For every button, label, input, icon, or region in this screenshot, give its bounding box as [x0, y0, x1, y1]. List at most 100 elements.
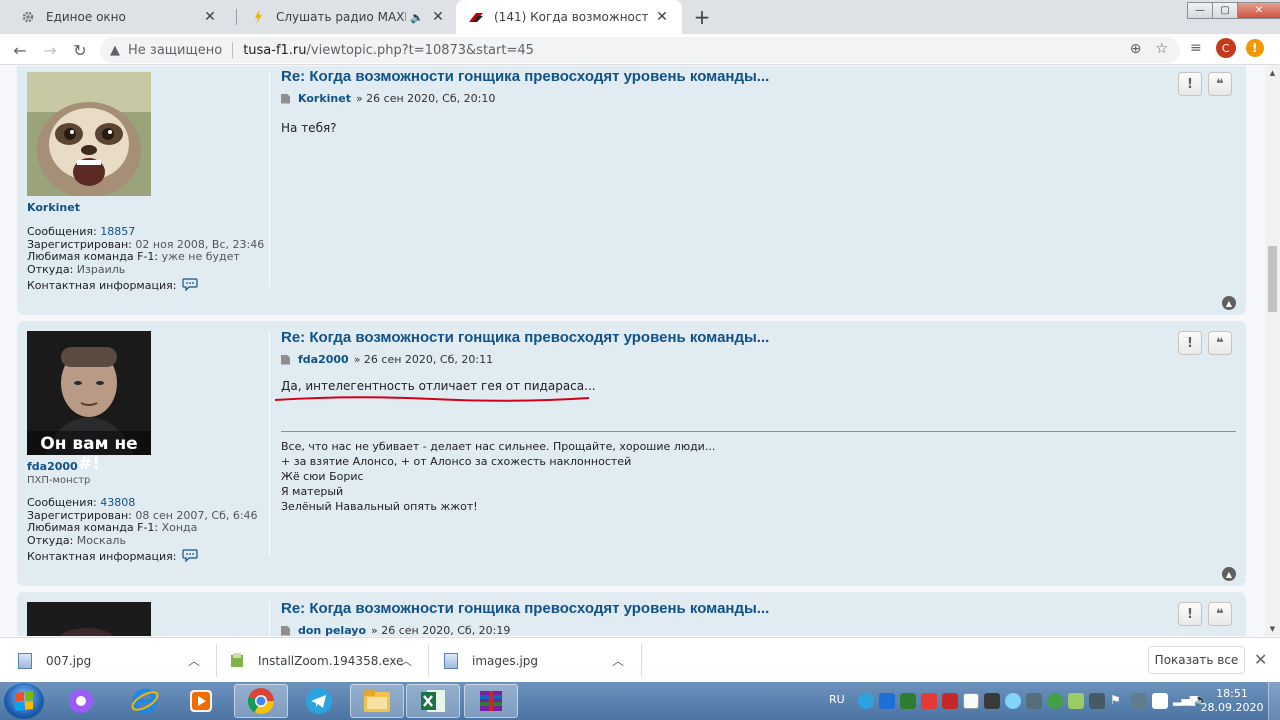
battery-tray-icon[interactable] [1152, 693, 1168, 709]
taskbar-app-ie[interactable] [118, 684, 172, 718]
close-download-bar-icon[interactable]: ✕ [1254, 650, 1267, 669]
display-tray-icon[interactable] [984, 693, 1000, 709]
post-title[interactable]: Re: Когда возможности гонщика превосходя… [281, 68, 769, 85]
key-tray-icon[interactable] [1068, 693, 1084, 709]
avatar[interactable] [27, 72, 151, 196]
zoom-icon[interactable]: ⊕ [1130, 41, 1142, 57]
close-tab-icon[interactable]: ✕ [202, 9, 218, 25]
stat-label: Зарегистрирован: [27, 508, 132, 522]
browser-toolbar: ← → ↻ ▲ Не защищено tusa-f1.ru /viewtopi… [0, 34, 1280, 65]
new-tab-button[interactable]: + [690, 5, 714, 29]
taskbar-app-telegram[interactable] [292, 684, 346, 718]
address-bar[interactable]: ▲ Не защищено tusa-f1.ru /viewtopic.php?… [100, 37, 1180, 63]
show-desktop-button[interactable] [1268, 682, 1280, 720]
taskbar-app-alice[interactable] [54, 684, 108, 718]
username[interactable]: Korkinet [27, 201, 272, 214]
quote-button[interactable]: ❝ [1208, 602, 1232, 626]
post-date: » 26 сен 2020, Сб, 20:11 [353, 353, 494, 366]
post-icon[interactable] [281, 625, 290, 636]
profile-stats: Сообщения: 18857 Зарегистрирован: 02 ноя… [27, 225, 272, 295]
chevron-up-icon[interactable]: ︿ [188, 652, 200, 669]
download-item[interactable]: images.jpg ︿ [444, 638, 634, 683]
minimize-button[interactable]: — [1187, 1, 1213, 19]
printer-tray-icon[interactable] [1131, 693, 1147, 709]
chevron-up-icon[interactable]: ︿ [612, 652, 624, 669]
post-author[interactable]: fda2000 [298, 353, 349, 366]
taskbar-app-media[interactable] [174, 684, 228, 718]
post-count-link[interactable]: 43808 [100, 496, 135, 509]
url-host[interactable]: tusa-f1.ru [243, 43, 306, 58]
warning-icon[interactable]: ▲ [110, 43, 120, 58]
antivirus-tray-icon[interactable] [921, 693, 937, 709]
language-indicator[interactable]: RU [829, 693, 845, 706]
scroll-down-arrow-icon[interactable]: ▼ [1265, 622, 1280, 636]
post-icon[interactable] [281, 354, 290, 365]
report-button[interactable]: ! [1178, 331, 1202, 355]
url-path[interactable]: /viewtopic.php?t=10873&start=45 [307, 43, 534, 58]
report-button[interactable]: ! [1178, 72, 1202, 96]
green-tray-icon[interactable] [1047, 693, 1063, 709]
flag-tray-icon[interactable]: ⚑ [1110, 693, 1126, 709]
post-count-link[interactable]: 18857 [100, 225, 135, 238]
settings-tray-icon[interactable] [1089, 693, 1105, 709]
network-tray-icon[interactable] [879, 693, 895, 709]
bookmark-star-icon[interactable]: ☆ [1155, 41, 1168, 57]
speech-bubble-icon[interactable] [182, 278, 199, 295]
post-icon[interactable] [281, 93, 290, 104]
scroll-up-arrow-icon[interactable]: ▲ [1265, 66, 1280, 80]
back-button[interactable]: ← [8, 38, 32, 62]
taskbar: RU ⚑ ▂▄▆ 🔈 18:51 28.09.2020 [0, 682, 1280, 720]
scrollbar-thumb[interactable] [1268, 246, 1277, 312]
telegram-tray-icon[interactable] [858, 693, 874, 709]
media-control-icon[interactable]: ≡ [1190, 40, 1202, 56]
start-button[interactable] [4, 683, 44, 719]
forum-post: Re: Когда возможности гонщика превосходя… [17, 592, 1246, 636]
update-icon[interactable]: ! [1245, 39, 1264, 57]
close-tab-icon[interactable]: ✕ [430, 9, 446, 25]
usb-tray-icon[interactable] [1026, 693, 1042, 709]
taskbar-app-excel[interactable] [406, 684, 460, 718]
forward-button[interactable]: → [38, 38, 62, 62]
divider [428, 644, 429, 677]
report-button[interactable]: ! [1178, 602, 1202, 626]
download-item[interactable]: InstallZoom.194358.exe ︿ [230, 638, 420, 683]
system-clock[interactable]: 18:51 28.09.2020 [1200, 687, 1264, 715]
tool-tray-icon[interactable] [900, 693, 916, 709]
show-all-downloads-button[interactable]: Показать все [1148, 646, 1245, 674]
document-tray-icon[interactable] [963, 693, 979, 709]
registered-date: 02 ноя 2008, Вс, 23:46 [135, 237, 265, 251]
security-label[interactable]: Не защищено [128, 43, 222, 58]
shield-tray-icon[interactable] [942, 693, 958, 709]
stat-label: Любимая команда F-1: [27, 250, 159, 263]
post-title[interactable]: Re: Когда возможности гонщика превосходя… [281, 329, 1236, 346]
speech-bubble-icon[interactable] [182, 549, 199, 566]
stat-label: Откуда: [27, 533, 74, 547]
tab-3[interactable]: (141) Когда возможности гонщ ✕ [456, 0, 682, 34]
back-to-top-icon[interactable]: ▲ [1222, 296, 1236, 310]
taskbar-app-chrome[interactable] [234, 684, 288, 718]
speaker-icon[interactable]: 🔈 [410, 11, 424, 24]
avatar[interactable] [27, 602, 151, 636]
divider [641, 644, 642, 677]
download-item[interactable]: 007.jpg ︿ [18, 638, 208, 683]
post-title[interactable]: Re: Когда возможности гонщика превосходя… [281, 600, 769, 617]
close-tab-icon[interactable]: ✕ [654, 9, 670, 25]
taskbar-app-explorer[interactable] [350, 684, 404, 718]
tab-2[interactable]: Слушать радио MAXIMUM 🔈 ✕ [238, 0, 458, 34]
taskbar-app-winrar[interactable] [464, 684, 518, 718]
chevron-up-icon[interactable]: ︿ [400, 652, 412, 669]
close-window-button[interactable]: ✕ [1237, 1, 1280, 19]
post-author[interactable]: Korkinet [298, 92, 351, 105]
tab-1[interactable]: Единое окно ✕ [8, 0, 230, 34]
post-body: Re: Когда возможности гонщика превосходя… [281, 600, 769, 636]
cloud-tray-icon[interactable] [1005, 693, 1021, 709]
signal-tray-icon[interactable]: ▂▄▆ [1173, 693, 1198, 709]
vertical-scrollbar[interactable]: ▲ ▼ [1265, 66, 1280, 636]
maximize-button[interactable]: ▢ [1212, 1, 1238, 19]
quote-button[interactable]: ❝ [1208, 72, 1232, 96]
back-to-top-icon[interactable]: ▲ [1222, 567, 1236, 581]
reload-button[interactable]: ↻ [68, 38, 92, 62]
post-author[interactable]: don pelayo [298, 624, 366, 636]
quote-button[interactable]: ❝ [1208, 331, 1232, 355]
profile-avatar[interactable]: С [1215, 38, 1236, 58]
